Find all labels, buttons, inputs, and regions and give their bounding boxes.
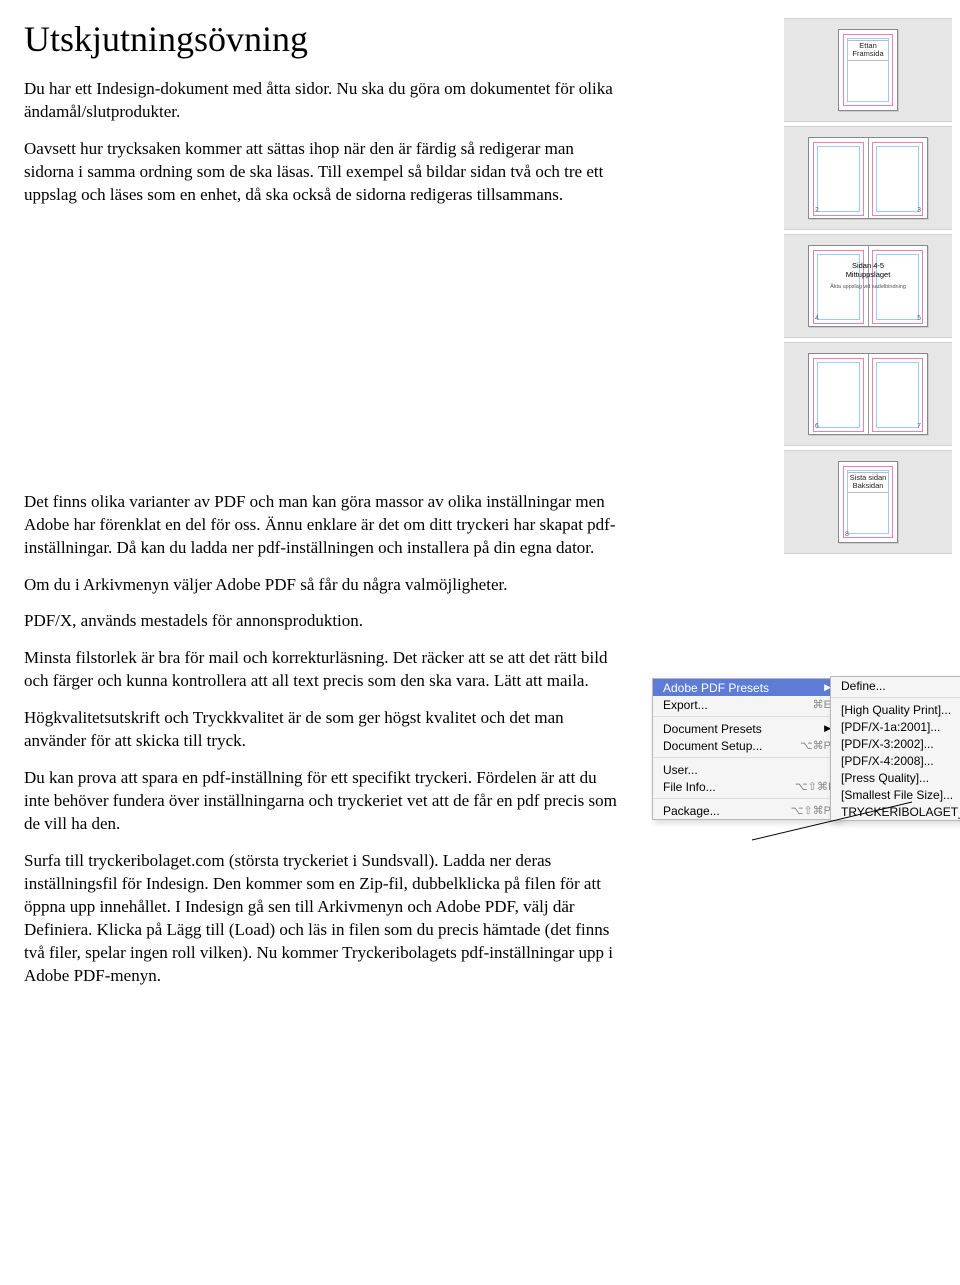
menu-item-export[interactable]: Export... ⌘E — [653, 696, 841, 713]
vertical-spacer — [652, 558, 952, 678]
paragraph: Surfa till tryckeribolaget.com (största … — [24, 850, 624, 988]
menu-separator — [653, 716, 841, 717]
page-number: 5 — [917, 315, 921, 322]
thumb-label: Ettan Framsida — [847, 40, 889, 61]
page-thumb-row-8: Sista sidan Baksidan 8 — [784, 450, 952, 554]
menu-label: Export... — [663, 698, 708, 712]
document-page: Utskjutningsövning Du har ett Indesign-d… — [0, 0, 960, 1042]
menu-shortcut: ⌥⌘P — [782, 739, 831, 752]
menu-shortcut: ⌥⇧⌘I — [777, 780, 831, 793]
page-number: 7 — [917, 423, 921, 430]
indesign-pages-panel: Ettan Framsida 2 3 — [784, 18, 952, 558]
paragraph: Om du i Arkivmenyn väljer Adobe PDF så f… — [24, 574, 624, 597]
page-thumbnail-8: Sista sidan Baksidan 8 — [838, 461, 898, 543]
page-thumb-row-4-5: Sidan 4-5 Mittuppslaget Äkta uppslag vid… — [784, 234, 952, 338]
submenu-item-pdfx4[interactable]: [PDF/X-4:2008]... — [831, 752, 960, 769]
page-number: 2 — [815, 207, 819, 214]
vertical-spacer — [24, 221, 624, 491]
thumb-label: Sista sidan Baksidan — [847, 472, 889, 493]
page-thumb-row-6-7: 6 7 — [784, 342, 952, 446]
paragraph: PDF/X, används mestadels för annonsprodu… — [24, 610, 624, 633]
submenu-arrow-icon: ▶ — [808, 723, 831, 734]
paragraph: Minsta filstorlek är bra för mail och ko… — [24, 647, 624, 693]
menu-separator — [653, 757, 841, 758]
main-text-column: Utskjutningsövning Du har ett Indesign-d… — [24, 18, 624, 1002]
submenu-item-pdfx1a[interactable]: [PDF/X-1a:2001]... — [831, 718, 960, 735]
spread-2-3: 2 3 — [808, 137, 928, 219]
submenu-arrow-icon: ▶ — [808, 682, 831, 693]
menu-item-document-presets[interactable]: Document Presets ▶ — [653, 720, 841, 737]
spread-divider — [868, 138, 869, 218]
page-number: 6 — [815, 423, 819, 430]
submenu-item-smallest[interactable]: [Smallest File Size]... — [831, 786, 960, 803]
menu-label: Adobe PDF Presets — [663, 681, 769, 695]
menu-shortcut: ⌘E — [795, 698, 831, 711]
adobe-pdf-presets-submenu: Define... [High Quality Print]... [PDF/X… — [830, 676, 960, 821]
thumb-sublabel: Äkta uppslag vid sadelbindning — [817, 284, 919, 290]
submenu-item-high-quality[interactable]: [High Quality Print]... — [831, 701, 960, 718]
page-thumb-row-1: Ettan Framsida — [784, 18, 952, 122]
menu-separator — [653, 798, 841, 799]
file-menu: Adobe PDF Presets ▶ Export... ⌘E Documen… — [652, 678, 842, 820]
menu-label: File Info... — [663, 780, 716, 794]
submenu-item-define[interactable]: Define... — [831, 677, 960, 694]
side-column: Ettan Framsida 2 3 — [652, 18, 952, 820]
paragraph: Det finns olika varianter av PDF och man… — [24, 491, 624, 560]
page-number: 3 — [917, 207, 921, 214]
page-number: 4 — [815, 315, 819, 322]
spread-6-7: 6 7 — [808, 353, 928, 435]
spread-divider — [868, 354, 869, 434]
menu-label: User... — [663, 763, 698, 777]
menu-item-document-setup[interactable]: Document Setup... ⌥⌘P — [653, 737, 841, 754]
paragraph: Oavsett hur trycksaken kommer att sättas… — [24, 138, 624, 207]
page-thumb-row-2-3: 2 3 — [784, 126, 952, 230]
menu-item-file-info[interactable]: File Info... ⌥⇧⌘I — [653, 778, 841, 795]
menu-item-user[interactable]: User... — [653, 761, 841, 778]
menu-item-adobe-pdf-presets[interactable]: Adobe PDF Presets ▶ — [653, 679, 841, 696]
page-number: 8 — [845, 531, 849, 538]
menu-label: Document Setup... — [663, 739, 762, 753]
paragraph: Du har ett Indesign-dokument med åtta si… — [24, 78, 624, 124]
page-title: Utskjutningsövning — [24, 18, 624, 60]
page-thumbnail-1: Ettan Framsida — [838, 29, 898, 111]
two-column-layout: Utskjutningsövning Du har ett Indesign-d… — [24, 18, 936, 1002]
file-menu-screenshot: Adobe PDF Presets ▶ Export... ⌘E Documen… — [652, 678, 952, 820]
spread-4-5: Sidan 4-5 Mittuppslaget Äkta uppslag vid… — [808, 245, 928, 327]
paragraph: Du kan prova att spara en pdf-inställnin… — [24, 767, 624, 836]
menu-label: Document Presets — [663, 722, 762, 736]
paragraph: Högkvalitetsutskrift och Tryckkvalitet ä… — [24, 707, 624, 753]
submenu-item-pdfx3[interactable]: [PDF/X-3:2002]... — [831, 735, 960, 752]
callout-arrow — [752, 802, 902, 803]
thumb-label: Sidan 4-5 Mittuppslaget — [819, 262, 917, 279]
menu-label: Package... — [663, 804, 720, 818]
menu-separator — [831, 697, 960, 698]
submenu-item-press-quality[interactable]: [Press Quality]... — [831, 769, 960, 786]
